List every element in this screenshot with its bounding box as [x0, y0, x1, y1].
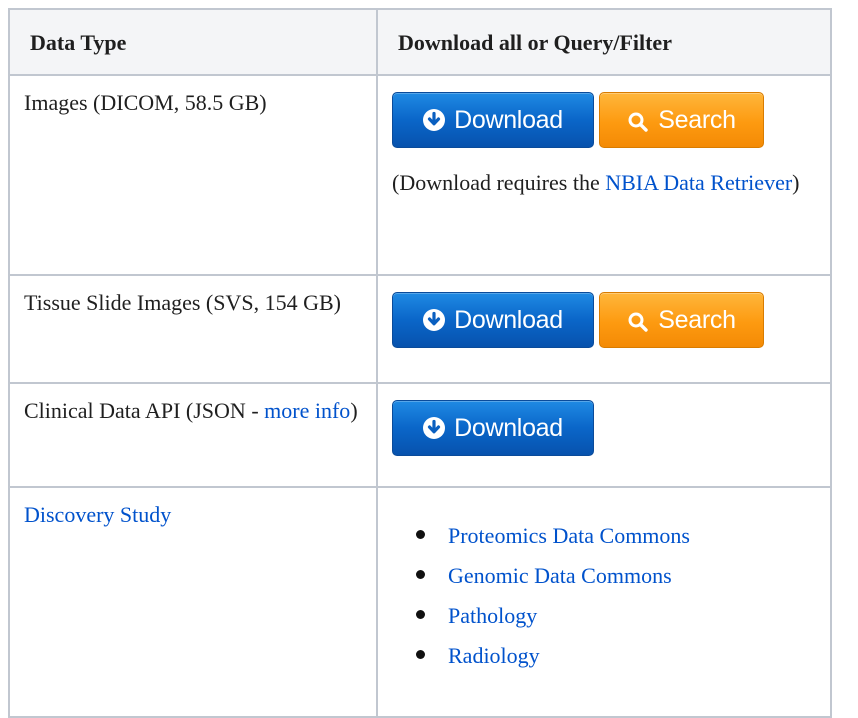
table-row: Images (DICOM, 58.5 GB) Download Search …	[8, 74, 832, 276]
header-data-type: Data Type	[8, 8, 378, 76]
header-download: Download all or Query/Filter	[376, 8, 832, 76]
magnifier-icon	[627, 109, 649, 132]
search-label: Search	[658, 105, 736, 134]
circle-arrow-down-icon	[423, 417, 446, 439]
row-label: Images (DICOM, 58.5 GB)	[24, 90, 267, 115]
table-row: Tissue Slide Images (SVS, 154 GB) Downlo…	[8, 274, 832, 384]
list-item: Genomic Data Commons	[416, 556, 818, 596]
genomic-data-commons-link[interactable]: Genomic Data Commons	[448, 563, 672, 588]
download-label: Download	[454, 105, 563, 134]
pathology-link[interactable]: Pathology	[448, 603, 537, 628]
study-links-list: Proteomics Data Commons Genomic Data Com…	[392, 516, 818, 676]
row-label: Tissue Slide Images (SVS, 154 GB)	[24, 290, 341, 315]
more-info-link[interactable]: more info	[264, 398, 350, 423]
magnifier-icon	[627, 309, 649, 332]
data-download-table: Data Type Download all or Query/Filter I…	[8, 8, 832, 718]
download-label: Download	[454, 413, 563, 442]
nbia-data-retriever-link[interactable]: NBIA Data Retriever	[605, 170, 792, 195]
download-label: Download	[454, 305, 563, 334]
download-slides-button[interactable]: Download	[392, 292, 594, 348]
circle-arrow-down-icon	[423, 109, 446, 131]
proteomics-data-commons-link[interactable]: Proteomics Data Commons	[448, 523, 690, 548]
search-label: Search	[658, 305, 736, 334]
bullet-icon	[416, 570, 425, 579]
circle-arrow-down-icon	[423, 309, 446, 331]
discovery-study-link[interactable]: Discovery Study	[24, 502, 171, 527]
bullet-icon	[416, 650, 425, 659]
table-row: Clinical Data API (JSON - more info) Dow…	[8, 382, 832, 488]
download-clinical-button[interactable]: Download	[392, 400, 594, 456]
table-header-row: Data Type Download all or Query/Filter	[8, 8, 832, 76]
table-row: Discovery Study Proteomics Data Commons …	[8, 486, 832, 718]
bullet-icon	[416, 530, 425, 539]
row-label: Clinical Data API (JSON - more info)	[24, 398, 358, 423]
radiology-link[interactable]: Radiology	[448, 643, 540, 668]
list-item: Radiology	[416, 636, 818, 676]
list-item: Pathology	[416, 596, 818, 636]
download-images-button[interactable]: Download	[392, 92, 594, 148]
list-item: Proteomics Data Commons	[416, 516, 818, 556]
retriever-note: (Download requires the NBIA Data Retriev…	[392, 170, 800, 195]
search-slides-button[interactable]: Search	[599, 292, 764, 348]
search-images-button[interactable]: Search	[599, 92, 764, 148]
bullet-icon	[416, 610, 425, 619]
